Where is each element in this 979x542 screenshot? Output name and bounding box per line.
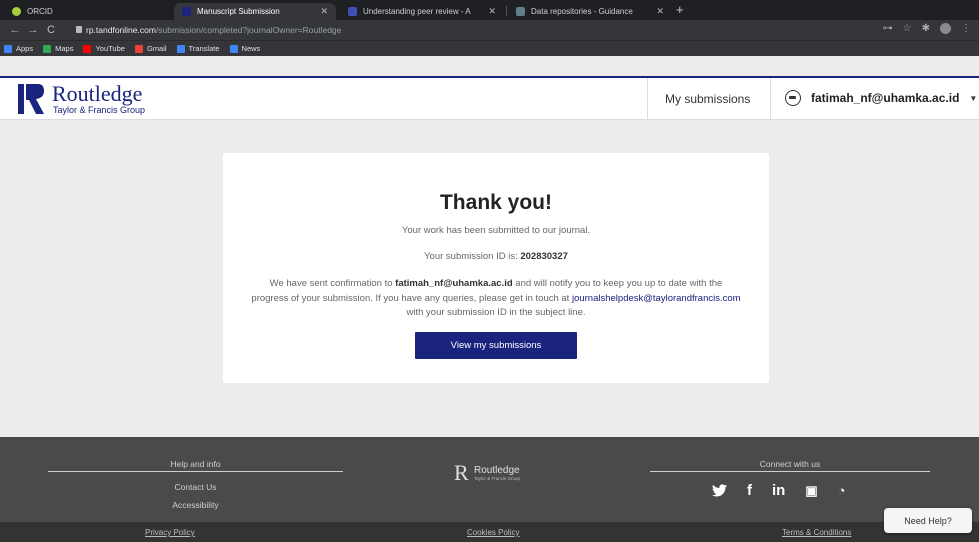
- header-divider: [770, 78, 771, 120]
- tab-understanding-peer-review[interactable]: Understanding peer review - A ✕: [340, 3, 504, 20]
- my-submissions-link[interactable]: My submissions: [665, 92, 750, 106]
- cookies-policy-link[interactable]: Cookies Policy: [467, 528, 519, 537]
- tab-manuscript-submission[interactable]: Manuscript Submission ✕: [174, 3, 336, 20]
- bookmark-maps[interactable]: Maps: [43, 44, 73, 53]
- url-field[interactable]: rp.tandfonline.com/submission/completed?…: [86, 23, 341, 37]
- close-tab-icon[interactable]: ✕: [320, 6, 328, 17]
- bookmark-translate[interactable]: Translate: [176, 44, 220, 53]
- user-email: fatimah_nf@uhamka.ac.id: [811, 91, 960, 105]
- key-icon[interactable]: ⊶: [883, 23, 893, 34]
- confirmation-email: fatimah_nf@uhamka.ac.id: [395, 278, 513, 289]
- address-bar-row: ← → C rp.tandfonline.com/submission/comp…: [0, 20, 979, 40]
- url-path: /submission/completed?journalOwner=Routl…: [155, 25, 342, 35]
- chevron-down-icon: ▼: [969, 93, 978, 103]
- bookmark-apps[interactable]: Apps: [4, 44, 33, 53]
- site-footer: Help and info Contact Us Accessibility R…: [0, 437, 979, 542]
- user-menu[interactable]: fatimah_nf@uhamka.ac.id ▼: [785, 90, 977, 106]
- youtube-social-icon[interactable]: ▣: [805, 483, 817, 499]
- browser-tab-bar: ORCID ✕ Manuscript Submission ✕ Understa…: [0, 0, 979, 20]
- footer-rule: [48, 471, 343, 472]
- connect-heading: Connect with us: [759, 459, 821, 469]
- contact-us-link[interactable]: Contact Us: [48, 482, 343, 492]
- view-my-submissions-button[interactable]: View my submissions: [415, 332, 577, 359]
- footer-rule: [650, 471, 930, 472]
- youtube-icon: [83, 44, 92, 53]
- orcid-favicon-icon: [12, 7, 21, 16]
- routledge-logo-icon[interactable]: [18, 84, 44, 114]
- facebook-icon[interactable]: f: [747, 482, 752, 499]
- page-favicon-icon: [348, 7, 357, 16]
- bookmark-news[interactable]: News: [229, 44, 260, 53]
- tab-orcid[interactable]: ORCID ✕: [4, 3, 190, 20]
- reload-icon[interactable]: C: [42, 24, 60, 36]
- close-tab-icon[interactable]: ✕: [656, 6, 664, 17]
- privacy-policy-link[interactable]: Privacy Policy: [145, 528, 195, 537]
- lock-icon: [76, 26, 82, 33]
- need-help-button[interactable]: Need Help?: [884, 508, 972, 533]
- extension-icon[interactable]: ✱: [922, 23, 930, 34]
- routledge-favicon-icon: [182, 7, 191, 16]
- maps-icon: [43, 44, 52, 53]
- new-tab-icon[interactable]: +: [676, 3, 684, 17]
- tab-data-repositories[interactable]: Data repositories - Guidance ✕: [508, 3, 672, 20]
- menu-dots-icon[interactable]: ⋮: [961, 23, 971, 34]
- logo-subtitle: Taylor & Francis Group: [53, 105, 146, 115]
- twitter-icon[interactable]: [712, 484, 727, 497]
- url-host: rp.tandfonline.com: [86, 25, 156, 35]
- site-header: Routledge Taylor & Francis Group My subm…: [0, 76, 979, 120]
- user-icon: [785, 90, 801, 106]
- bookmarks-bar: Apps Maps YouTube Gmail Translate News: [0, 40, 979, 56]
- close-tab-icon[interactable]: ✕: [488, 6, 496, 17]
- confirmation-card: Thank you! Your work has been submitted …: [223, 153, 769, 383]
- page-favicon-icon: [516, 7, 525, 16]
- footer-logo[interactable]: R Routledge Taylor & Francis Group: [454, 462, 544, 484]
- forward-arrow-icon[interactable]: →: [24, 24, 42, 36]
- submitted-message: Your work has been submitted to our jour…: [401, 225, 591, 236]
- submission-id: 202830327: [520, 251, 568, 262]
- gmail-icon: [134, 44, 143, 53]
- tab-separator: [506, 6, 507, 16]
- apps-grid-icon: [4, 44, 12, 53]
- star-icon[interactable]: ☆: [903, 23, 912, 34]
- footer-logo-mark-icon: R: [454, 460, 469, 485]
- weibo-icon[interactable]: ◔: [838, 483, 846, 498]
- submission-id-line: Your submission ID is: 202830327: [424, 251, 568, 262]
- help-and-info-heading: Help and info: [170, 459, 221, 469]
- helpdesk-email-link[interactable]: journalshelpdesk@taylorandfrancis.com: [572, 293, 741, 304]
- back-arrow-icon[interactable]: ←: [6, 24, 24, 36]
- accessibility-link[interactable]: Accessibility: [48, 500, 343, 510]
- translate-icon: [176, 44, 185, 53]
- linkedin-icon[interactable]: in: [772, 482, 785, 499]
- news-icon: [229, 44, 238, 53]
- logo-title[interactable]: Routledge: [52, 83, 142, 105]
- header-divider: [647, 78, 648, 120]
- profile-avatar[interactable]: [940, 23, 951, 34]
- bookmark-youtube[interactable]: YouTube: [83, 44, 125, 53]
- thank-you-heading: Thank you!: [439, 191, 552, 214]
- confirmation-paragraph: We have sent confirmation to fatimah_nf@…: [251, 278, 741, 318]
- footer-bottom-bar: Privacy Policy Cookies Policy Terms & Co…: [0, 522, 979, 542]
- terms-conditions-link[interactable]: Terms & Conditions: [782, 528, 851, 537]
- bookmark-gmail[interactable]: Gmail: [134, 44, 167, 53]
- social-links: f in ▣ ◔: [712, 482, 846, 499]
- address-bar-actions: ⊶ ☆ ✱ ⋮: [883, 23, 971, 34]
